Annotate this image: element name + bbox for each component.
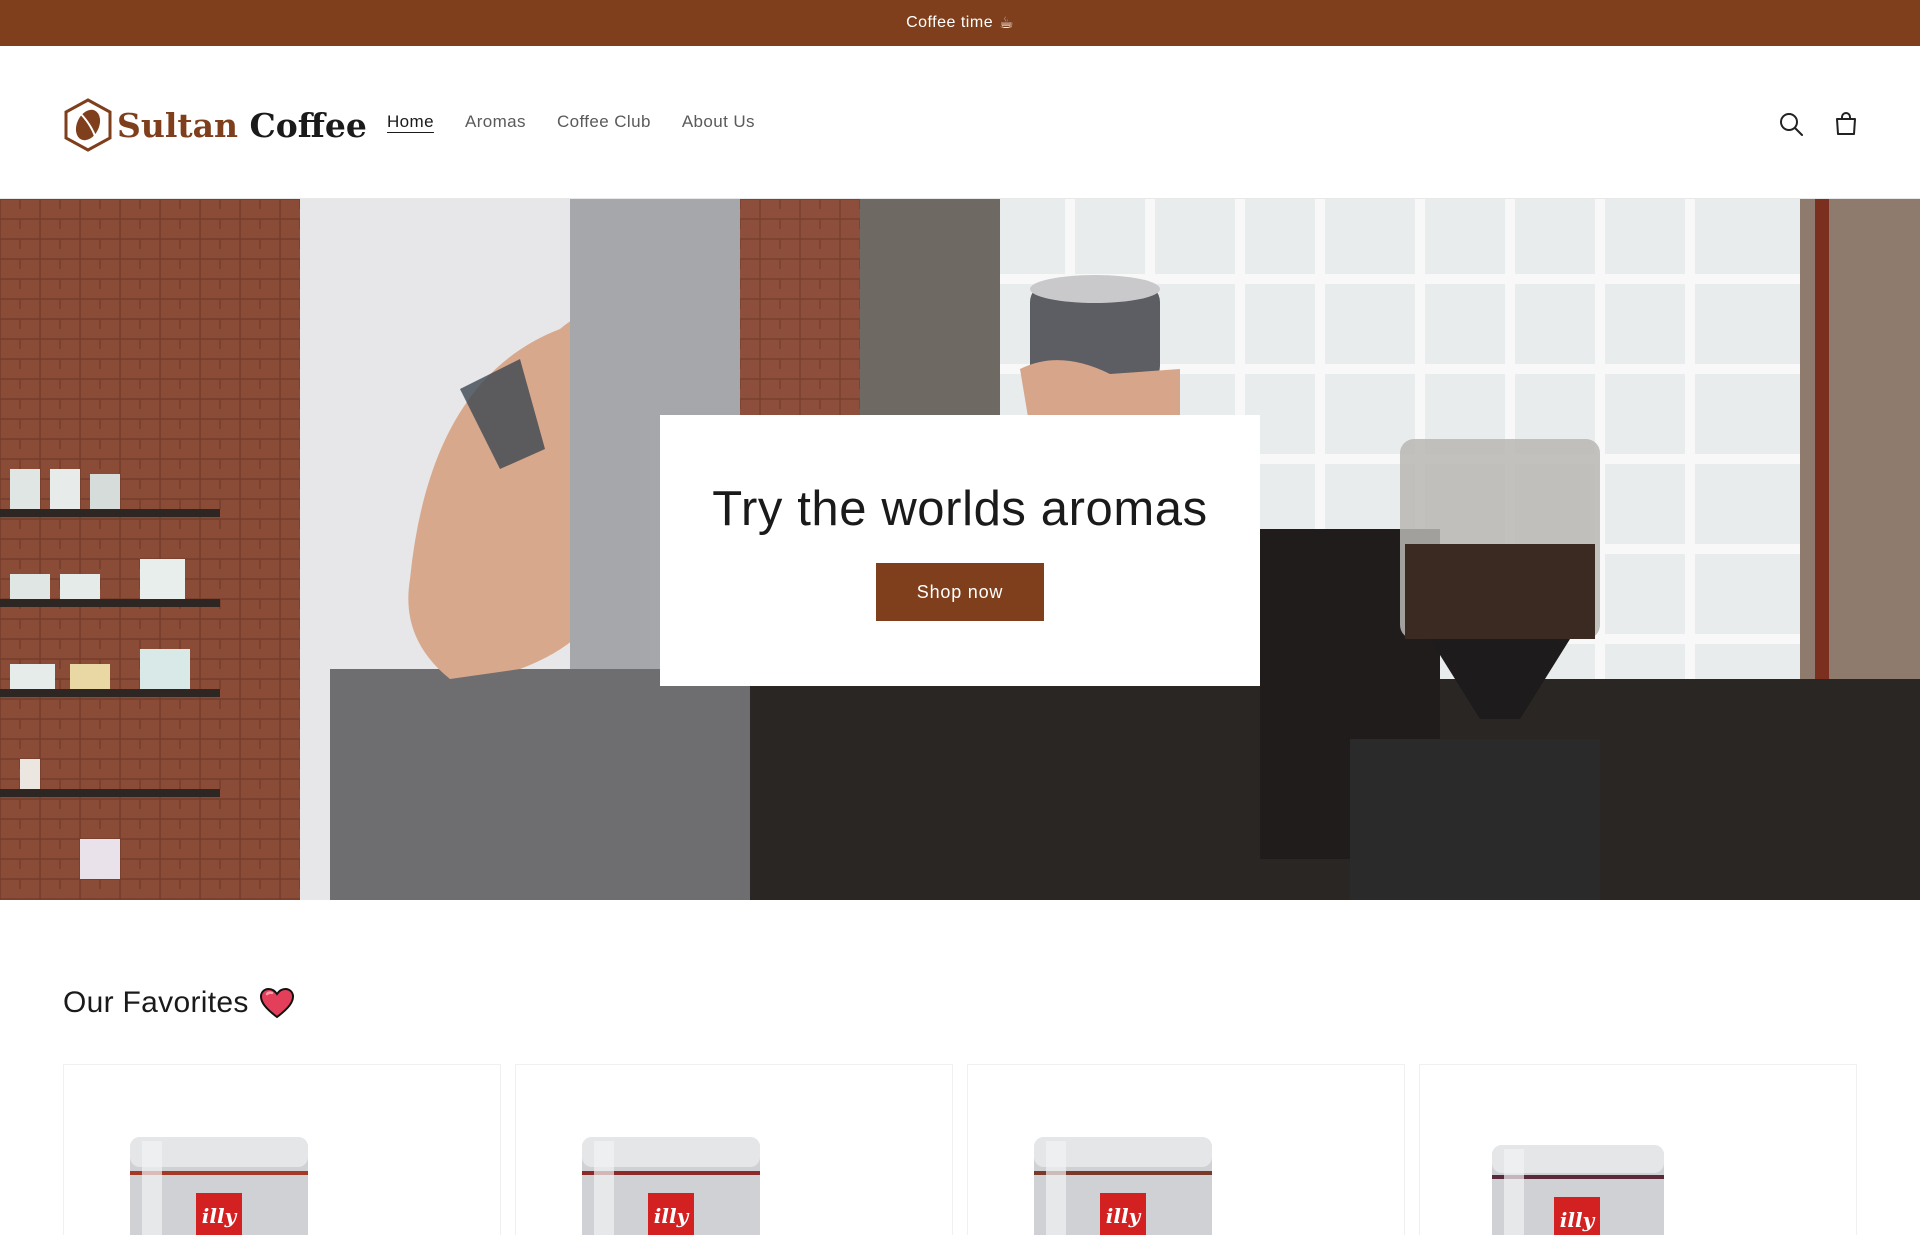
svg-text:illy: illy <box>1106 1204 1142 1228</box>
nav-coffee-club[interactable]: Coffee Club <box>557 112 651 132</box>
cart-button[interactable] <box>1830 108 1862 140</box>
product-card[interactable]: illy <box>63 1064 501 1235</box>
announcement-bar: Coffee time ☕ <box>0 0 1920 46</box>
logo-word-2: Coffee <box>249 105 367 145</box>
product-image: illy <box>130 1137 308 1235</box>
site-logo[interactable]: Sultan Coffee <box>63 98 367 152</box>
coffee-bean-icon <box>64 98 112 152</box>
hero-card: Try the worlds aromas Shop now <box>660 415 1260 686</box>
favorites-heading: Our Favorites <box>63 986 295 1020</box>
search-button[interactable] <box>1775 108 1807 140</box>
product-image: illy <box>582 1137 760 1235</box>
cart-icon <box>1836 112 1856 135</box>
logo-word-1: Sultan <box>117 105 238 145</box>
heart-icon <box>259 987 294 1019</box>
product-grid: illy illy illy illy <box>63 1064 1857 1235</box>
product-image: illy <box>1492 1145 1664 1235</box>
nav-home[interactable]: Home <box>387 112 434 132</box>
product-card[interactable]: illy <box>967 1064 1405 1235</box>
nav-aromas[interactable]: Aromas <box>465 112 526 132</box>
product-card[interactable]: illy <box>515 1064 953 1235</box>
product-card[interactable]: illy <box>1419 1064 1857 1235</box>
search-icon <box>1780 113 1803 136</box>
site-header: Sultan Coffee Home Aromas Coffee Club Ab… <box>0 46 1920 199</box>
announcement-text: Coffee time <box>906 14 994 31</box>
svg-text:illy: illy <box>1560 1208 1596 1232</box>
hero-title: Try the worlds aromas <box>712 482 1208 536</box>
svg-text:illy: illy <box>654 1204 690 1228</box>
shop-now-button[interactable]: Shop now <box>876 563 1044 621</box>
main-nav: Home Aromas Coffee Club About Us <box>387 112 755 132</box>
logo-wordmark: Sultan Coffee <box>117 106 367 145</box>
favorites-title: Our Favorites <box>63 986 249 1019</box>
nav-about-us[interactable]: About Us <box>682 112 755 132</box>
svg-text:illy: illy <box>202 1204 238 1228</box>
hero-banner: Try the worlds aromas Shop now <box>0 199 1920 900</box>
product-image: illy <box>1034 1137 1212 1235</box>
coffee-cup-icon: ☕ <box>999 15 1014 32</box>
